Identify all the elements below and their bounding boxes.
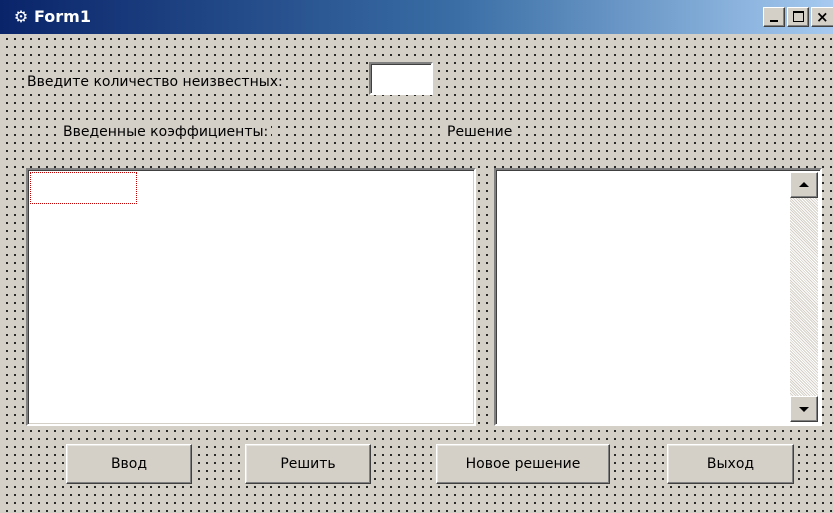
- scroll-up-button[interactable]: [790, 172, 818, 198]
- arrow-down-icon: [799, 407, 809, 412]
- maximize-button[interactable]: [787, 7, 809, 27]
- new-solution-button[interactable]: Новое решение: [436, 444, 610, 484]
- title-bar[interactable]: ⚙ Form1 ×: [0, 0, 833, 34]
- solution-memo[interactable]: [494, 168, 822, 426]
- app-icon[interactable]: ⚙: [12, 8, 30, 26]
- vertical-scrollbar[interactable]: [790, 172, 818, 422]
- grid-cell-selected[interactable]: [30, 172, 137, 204]
- close-icon: ×: [816, 8, 829, 26]
- unknowns-count-input[interactable]: [369, 62, 433, 95]
- arrow-up-icon: [799, 182, 809, 187]
- solve-button[interactable]: Решить: [245, 444, 371, 484]
- coefficients-label: Введенные коэффициенты:: [60, 122, 272, 142]
- minimize-button[interactable]: [763, 7, 785, 27]
- unknowns-count-label: Введите количество неизвестных:: [24, 72, 286, 92]
- solution-label: Решение: [444, 122, 516, 142]
- coefficients-grid[interactable]: [26, 168, 476, 426]
- form-window: ⚙ Form1 × Введите количество неизвестных…: [0, 0, 833, 513]
- exit-button[interactable]: Выход: [667, 444, 794, 484]
- close-button[interactable]: ×: [811, 7, 833, 27]
- input-button[interactable]: Ввод: [66, 444, 192, 484]
- scroll-down-button[interactable]: [790, 396, 818, 422]
- window-title: Form1: [34, 7, 91, 26]
